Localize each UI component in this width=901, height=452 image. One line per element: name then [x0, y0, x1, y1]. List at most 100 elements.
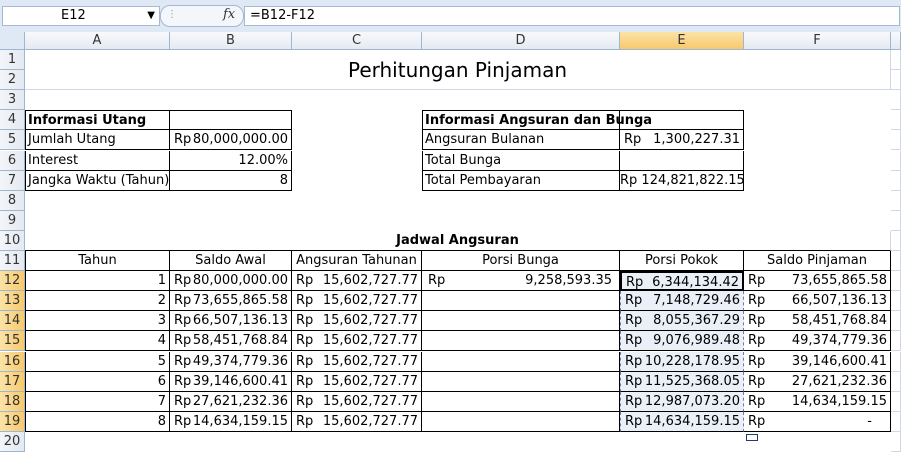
currency-label: Rp: [174, 293, 192, 309]
total-pembayaran-value: Rp 124,821,822.15: [620, 170, 745, 191]
currency-label: Rp: [174, 413, 192, 429]
currency-label: Rp: [174, 373, 192, 389]
resize-handle-icon[interactable]: ⋮: [167, 9, 177, 23]
saldo-pinjaman-value: 27,621,232.36: [791, 373, 887, 389]
select-all-corner[interactable]: [0, 32, 25, 50]
formula-controls: ⋮ fx: [160, 5, 244, 27]
row-header-16[interactable]: 16: [0, 351, 25, 372]
porsi-bunga-cell: Rp 9,258,593.35: [422, 271, 620, 292]
saldo-pinjaman-cell: Rp 66,507,136.13: [744, 291, 891, 312]
tahun-cell: 5: [25, 351, 170, 372]
empty-cell: [891, 70, 901, 91]
porsi-pokok-cell: Rp 12,987,073.20: [620, 391, 744, 412]
saldo-pinjaman-value: 39,146,600.41: [791, 353, 887, 369]
angsuran-tahunan-value: 15,602,727.77: [322, 313, 418, 329]
column-header-a[interactable]: A: [25, 32, 170, 50]
empty-cell: [891, 391, 901, 412]
currency-label: Rp: [748, 413, 766, 429]
schedule-header-2: Saldo Awal: [170, 251, 292, 272]
porsi-pokok-cell: Rp 14,634,159.15: [620, 411, 744, 432]
currency-label: Rp: [626, 275, 644, 291]
total-bunga-value: [620, 150, 744, 171]
empty-cell: [891, 170, 901, 191]
saldo-pinjaman-cell: Rp 39,146,600.41: [744, 351, 891, 372]
row-header-3[interactable]: 3: [0, 90, 25, 111]
saldo-awal-value: 27,621,232.36: [192, 393, 288, 409]
empty-cell: [891, 150, 901, 171]
saldo-awal-value: 39,146,600.41: [192, 373, 288, 389]
tahun-cell: 2: [25, 291, 170, 312]
porsi-bunga-cell: [422, 411, 620, 432]
currency-label: Rp: [174, 333, 192, 349]
column-header-e[interactable]: E: [620, 32, 744, 50]
tahun-cell: 1: [25, 271, 170, 292]
row-header-11[interactable]: 11: [0, 251, 25, 272]
column-header-f[interactable]: F: [744, 32, 891, 50]
currency-label: Rp: [296, 393, 314, 409]
saldo-pinjaman-cell: Rp 14,634,159.15: [744, 391, 891, 412]
row-header-4[interactable]: 4: [0, 110, 25, 131]
saldo-pinjaman-cell: Rp 73,655,865.58: [744, 271, 891, 292]
tahun-cell: 4: [25, 331, 170, 352]
tahun-cell: 7: [25, 391, 170, 412]
interest-label: Interest: [25, 150, 170, 171]
tahun-cell: 8: [25, 411, 170, 432]
saldo-awal-value: 66,507,136.13: [192, 313, 288, 329]
jumlah-utang-value: 80,000,000.00: [192, 132, 288, 148]
row-header-14[interactable]: 14: [0, 311, 25, 332]
fill-handle[interactable]: [746, 433, 758, 441]
currency-label: Rp: [174, 393, 192, 409]
porsi-pokok-value: 10,228,178.95: [644, 353, 740, 369]
schedule-header-6: Saldo Pinjaman: [744, 251, 891, 272]
currency-label: Rp: [625, 353, 643, 369]
saldo-pinjaman-value: 73,655,865.58: [791, 273, 887, 289]
angsuran-tahunan-cell: Rp 15,602,727.77: [292, 271, 422, 292]
insert-function-button[interactable]: fx: [223, 7, 235, 22]
row-header-5[interactable]: 5: [0, 130, 25, 151]
angsuran-tahunan-cell: Rp 15,602,727.77: [292, 311, 422, 332]
column-header-b[interactable]: B: [170, 32, 292, 50]
angsuran-tahunan-value: 15,602,727.77: [322, 353, 418, 369]
chevron-down-icon[interactable]: ▼: [147, 7, 155, 25]
info-utang-header: Informasi Utang: [25, 110, 170, 131]
row-header-20[interactable]: 20: [0, 431, 25, 452]
row-header-8[interactable]: 8: [0, 190, 25, 211]
currency-label: Rp: [428, 273, 446, 289]
column-header-c[interactable]: C: [292, 32, 422, 50]
angsuran-bulanan-cell: Rp 1,300,227.31: [620, 130, 744, 151]
porsi-pokok-cell: Rp 8,055,367.29: [620, 311, 744, 332]
saldo-awal-cell: Rp 73,655,865.58: [170, 291, 292, 312]
row-header-9[interactable]: 9: [0, 210, 25, 231]
currency-label: Rp: [748, 373, 766, 389]
currency-label: Rp: [296, 353, 314, 369]
schedule-title: Jadwal Angsuran: [25, 230, 891, 251]
row-header-17[interactable]: 17: [0, 371, 25, 392]
name-box[interactable]: E12 ▼: [2, 6, 160, 26]
row-header-2[interactable]: 2: [0, 70, 25, 91]
porsi-pokok-cell: Rp 11,525,368.05: [620, 371, 744, 392]
column-header-g[interactable]: [891, 32, 901, 50]
row-header-1[interactable]: 1: [0, 50, 25, 71]
row-header-18[interactable]: 18: [0, 391, 25, 412]
saldo-awal-cell: Rp 58,451,768.84: [170, 331, 292, 352]
row-header-10[interactable]: 10: [0, 230, 25, 251]
porsi-pokok-value: 6,344,134.42: [652, 275, 739, 291]
formula-bar: E12 ▼ ⋮ fx =B12-F12: [0, 0, 901, 32]
schedule-header-3: Angsuran Tahunan: [292, 251, 422, 272]
currency-label: Rp: [296, 373, 314, 389]
saldo-pinjaman-cell: Rp -: [744, 411, 891, 432]
porsi-bunga-cell: [422, 371, 620, 392]
angsuran-tahunan-value: 15,602,727.77: [322, 333, 418, 349]
column-header-d[interactable]: D: [422, 32, 620, 50]
row-header-19[interactable]: 19: [0, 411, 25, 432]
row-header-6[interactable]: 6: [0, 150, 25, 171]
row-header-12[interactable]: 12: [0, 271, 25, 292]
angsuran-tahunan-value: 15,602,727.77: [322, 413, 418, 429]
empty-cell: [891, 331, 901, 352]
row-header-15[interactable]: 15: [0, 331, 25, 352]
row-header-13[interactable]: 13: [0, 291, 25, 312]
formula-input[interactable]: =B12-F12: [244, 6, 900, 26]
empty-cell: [891, 411, 901, 432]
porsi-pokok-cell: Rp 7,148,729.46: [620, 291, 744, 312]
row-header-7[interactable]: 7: [0, 170, 25, 191]
